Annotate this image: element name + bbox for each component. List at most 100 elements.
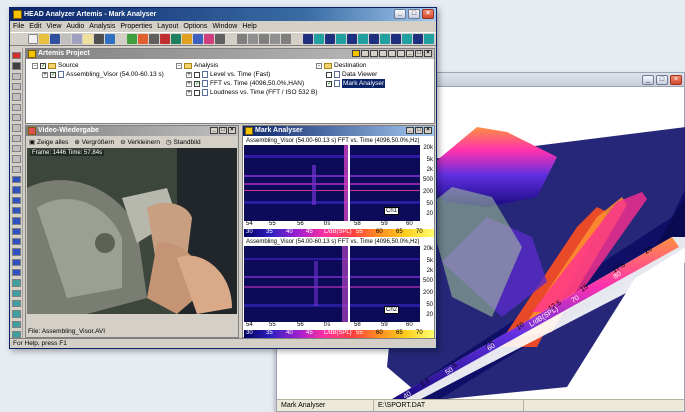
- new-file-icon[interactable]: [28, 34, 38, 44]
- menu-options[interactable]: Options: [183, 21, 207, 32]
- view-icon[interactable]: [391, 34, 401, 44]
- channel-icon[interactable]: [11, 258, 21, 266]
- channel-icon[interactable]: [11, 175, 21, 184]
- freeze-frame-button[interactable]: ◷ Standbild: [166, 138, 201, 146]
- channel-icon[interactable]: [11, 227, 21, 235]
- channel-icon[interactable]: [11, 186, 21, 194]
- minimize-icon[interactable]: _: [406, 50, 414, 57]
- loop-icon[interactable]: [204, 34, 214, 44]
- maximize-icon[interactable]: □: [219, 127, 227, 134]
- main-window[interactable]: HEAD Analyzer Artemis - Mark Analyser _ …: [9, 7, 437, 349]
- view-icon[interactable]: [358, 34, 368, 44]
- menu-analysis[interactable]: Analysis: [89, 21, 115, 32]
- menu-help[interactable]: Help: [242, 21, 256, 32]
- zoom-icon[interactable]: [193, 34, 203, 44]
- tool-icon[interactable]: [11, 113, 21, 122]
- video-frame[interactable]: Frame: 1446 Time: 57.84s: [27, 148, 237, 314]
- menu-properties[interactable]: Properties: [120, 21, 152, 32]
- tool-icon[interactable]: [388, 50, 396, 57]
- tool-icon[interactable]: [11, 72, 21, 80]
- close-icon[interactable]: ×: [424, 127, 432, 134]
- maximize-icon[interactable]: □: [415, 50, 423, 57]
- video-panel-header[interactable]: Video-Wiedergabe _ □ ×: [26, 126, 238, 136]
- menu-view[interactable]: View: [46, 21, 61, 32]
- channel-icon[interactable]: [11, 268, 21, 277]
- channel-icon[interactable]: [11, 206, 21, 215]
- tree-item-destination[interactable]: ✓ Mark Analyser: [316, 79, 386, 88]
- view-icon[interactable]: [303, 34, 313, 44]
- view-icon[interactable]: [369, 34, 379, 44]
- minimize-icon[interactable]: _: [642, 75, 654, 85]
- copy-icon[interactable]: [72, 34, 82, 44]
- menu-window[interactable]: Window: [212, 21, 237, 32]
- play-icon[interactable]: [171, 34, 181, 44]
- menu-file[interactable]: File: [13, 21, 24, 32]
- print-icon[interactable]: [94, 34, 104, 44]
- tool-icon[interactable]: [379, 50, 387, 57]
- channel-icon[interactable]: [11, 196, 21, 204]
- chart-bars-icon[interactable]: [281, 34, 291, 44]
- paste-icon[interactable]: [83, 34, 93, 44]
- close-icon[interactable]: ×: [670, 75, 682, 85]
- tool-icon[interactable]: [11, 93, 21, 101]
- cut-icon[interactable]: [61, 34, 71, 44]
- minimize-icon[interactable]: _: [394, 9, 406, 19]
- tool-icon[interactable]: [11, 134, 21, 142]
- view-icon[interactable]: [424, 34, 434, 44]
- filter-icon[interactable]: [11, 310, 21, 318]
- open-folder-icon[interactable]: [39, 34, 49, 44]
- spectrogram-ch2[interactable]: Assembling_Visor (54.00-60.13 s) FFT vs.…: [244, 238, 434, 338]
- menu-edit[interactable]: Edit: [29, 21, 41, 32]
- view-icon[interactable]: [314, 34, 324, 44]
- tree-node-analysis[interactable]: - Analysis: [176, 61, 318, 70]
- spectrogram-ch1[interactable]: Assembling_Visor (54.00-60.13 s) FFT vs.…: [244, 137, 434, 237]
- chart-bars-icon[interactable]: [248, 34, 258, 44]
- view-icon[interactable]: [402, 34, 412, 44]
- marker-icon[interactable]: [182, 34, 192, 44]
- view-icon[interactable]: [336, 34, 346, 44]
- tool-icon[interactable]: [11, 103, 21, 111]
- tree-node-destination[interactable]: - Destination: [316, 61, 385, 70]
- grid-icon[interactable]: [127, 34, 137, 44]
- filter-icon[interactable]: [215, 34, 225, 44]
- tree-item-analysis[interactable]: + ✓ FFT vs. Time (4096,50.0%,HAN): [176, 79, 318, 88]
- analysis-icon[interactable]: [138, 34, 148, 44]
- channel-icon[interactable]: [11, 248, 21, 256]
- minimize-icon[interactable]: _: [210, 127, 218, 134]
- tree-item-destination[interactable]: Data Viewer: [316, 70, 385, 79]
- zoom-out-button[interactable]: ⊖ Verkleinern: [120, 138, 160, 146]
- filter-icon[interactable]: [11, 279, 21, 287]
- view-icon[interactable]: [347, 34, 357, 44]
- tree-node-source[interactable]: - ✓ Source: [32, 61, 164, 70]
- view-icon[interactable]: [325, 34, 335, 44]
- project-panel-header[interactable]: Artemis Project _ □ ×: [26, 49, 434, 59]
- record-icon[interactable]: [160, 34, 170, 44]
- maximize-icon[interactable]: □: [415, 127, 423, 134]
- menu-layout[interactable]: Layout: [157, 21, 178, 32]
- close-icon[interactable]: ×: [424, 50, 432, 57]
- help-icon[interactable]: [105, 34, 115, 44]
- tool-icon[interactable]: [11, 82, 21, 91]
- menu-audio[interactable]: Audio: [66, 21, 84, 32]
- save-icon[interactable]: [50, 34, 60, 44]
- tool-icon[interactable]: [11, 144, 21, 153]
- mark-analyser-header[interactable]: Mark Analyser _ □ ×: [243, 126, 434, 136]
- close-icon[interactable]: ×: [422, 9, 434, 19]
- chart-bars-icon[interactable]: [259, 34, 269, 44]
- filter-icon[interactable]: [11, 289, 21, 297]
- tool-icon[interactable]: [11, 165, 21, 173]
- main-titlebar[interactable]: HEAD Analyzer Artemis - Mark Analyser _ …: [10, 8, 436, 21]
- chart-bars-icon[interactable]: [237, 34, 247, 44]
- zoom-in-button[interactable]: ⊕ Vergrößern: [74, 138, 114, 146]
- tool-icon[interactable]: [11, 124, 21, 132]
- close-icon[interactable]: ×: [228, 127, 236, 134]
- pin-icon[interactable]: [352, 50, 360, 57]
- filter-icon[interactable]: [11, 299, 21, 308]
- stop-icon[interactable]: [11, 52, 21, 60]
- minimize-icon[interactable]: _: [406, 127, 414, 134]
- tree-item-analysis[interactable]: + Level vs. Time (Fast): [176, 70, 318, 79]
- tree-item-source[interactable]: + ✓ Assembling_Visor (54.00-60.13 s): [32, 70, 164, 79]
- show-all-button[interactable]: ▣ Zeige alles: [29, 138, 68, 146]
- tool-icon[interactable]: [11, 155, 21, 163]
- channel-icon[interactable]: [11, 217, 21, 225]
